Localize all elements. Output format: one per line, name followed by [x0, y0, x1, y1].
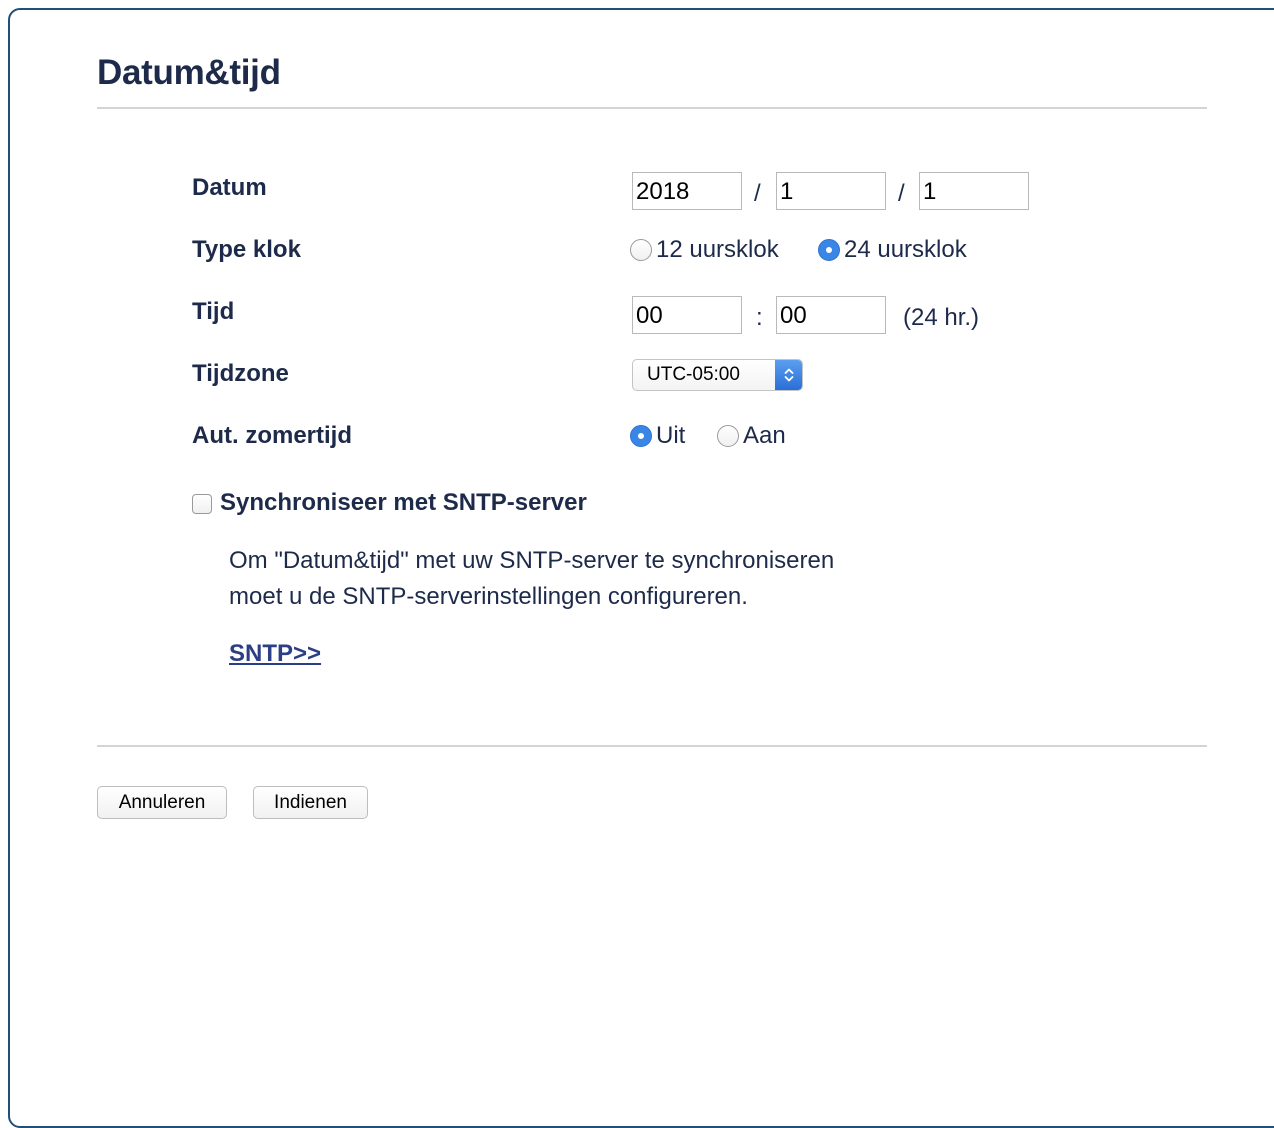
sntp-info-line-2: moet u de SNTP-serverinstellingen config…: [229, 583, 748, 610]
clock-12h-option[interactable]: 12 uursklok: [630, 236, 779, 264]
time-separator: :: [756, 304, 763, 331]
title-divider: [97, 107, 1207, 109]
submit-button[interactable]: Indienen: [253, 786, 368, 819]
dst-off-label: Uit: [656, 422, 686, 449]
date-month-input[interactable]: [776, 172, 886, 210]
dst-on-radio[interactable]: [717, 425, 739, 447]
timezone-select[interactable]: UTC-05:00: [632, 359, 803, 391]
sntp-settings-link[interactable]: SNTP>>: [229, 640, 321, 668]
timezone-value: UTC-05:00: [647, 364, 740, 385]
time-minute-input[interactable]: [776, 296, 886, 334]
time-label: Tijd: [192, 298, 235, 325]
cancel-button[interactable]: Annuleren: [97, 786, 227, 819]
dst-off-radio[interactable]: [630, 425, 652, 447]
date-separator-2: /: [898, 180, 905, 207]
date-year-input[interactable]: [632, 172, 742, 210]
clock-24h-radio[interactable]: [818, 239, 840, 261]
clock-12h-radio[interactable]: [630, 239, 652, 261]
clock-type-label: Type klok: [192, 236, 301, 263]
dst-off-option[interactable]: Uit: [630, 422, 685, 450]
date-label: Datum: [192, 174, 267, 201]
timezone-label: Tijdzone: [192, 360, 289, 387]
dst-label: Aut. zomertijd: [192, 422, 352, 449]
sntp-info-line-1: Om "Datum&tijd" met uw SNTP-server te sy…: [229, 547, 835, 574]
time-hour-input[interactable]: [632, 296, 742, 334]
clock-24h-option[interactable]: 24 uursklok: [818, 236, 967, 264]
footer-divider: [97, 745, 1207, 747]
sntp-checkbox[interactable]: [192, 494, 212, 514]
dst-on-label: Aan: [743, 422, 786, 449]
date-day-input[interactable]: [919, 172, 1029, 210]
time-unit: (24 hr.): [903, 304, 980, 331]
date-separator-1: /: [754, 180, 761, 207]
dst-on-option[interactable]: Aan: [717, 422, 786, 450]
sntp-checkbox-label[interactable]: Synchroniseer met SNTP-server: [220, 489, 587, 517]
chevron-up-down-icon: [775, 360, 802, 390]
clock-24h-label: 24 uursklok: [844, 236, 967, 263]
page-title: Datum&tijd: [97, 53, 281, 92]
clock-12h-label: 12 uursklok: [656, 236, 779, 263]
